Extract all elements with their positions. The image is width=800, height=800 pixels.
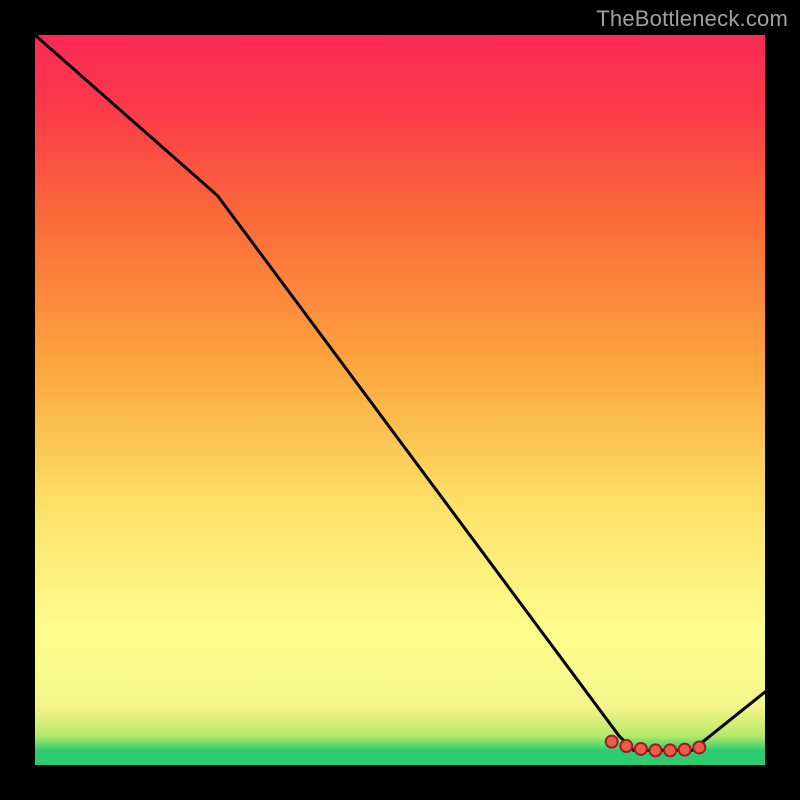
plot-area <box>35 35 765 765</box>
chart-frame: TheBottleneck.com <box>0 0 800 800</box>
watermark-label: TheBottleneck.com <box>596 6 788 32</box>
chart-svg <box>35 35 765 765</box>
series-line <box>35 35 765 750</box>
